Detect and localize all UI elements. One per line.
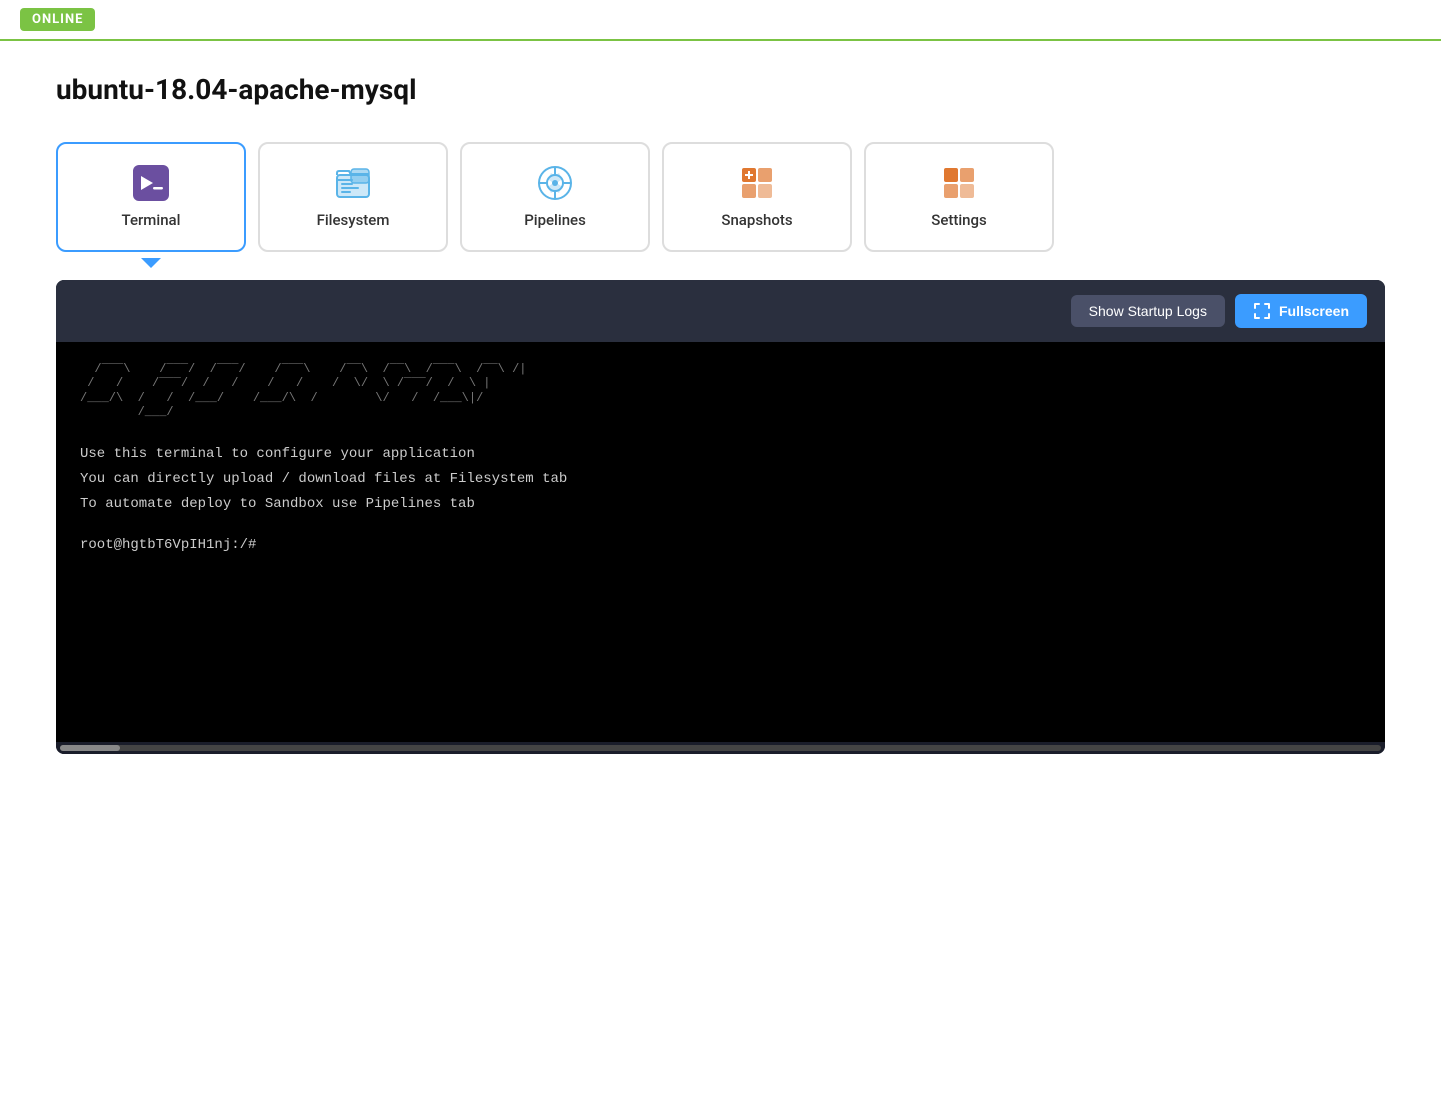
fullscreen-label: Fullscreen xyxy=(1279,303,1349,319)
scrollbar-area[interactable] xyxy=(56,742,1385,754)
fullscreen-button[interactable]: Fullscreen xyxy=(1235,294,1367,328)
tabs-row: Terminal Filesystem xyxy=(56,142,1385,252)
tab-filesystem[interactable]: Filesystem xyxy=(258,142,448,252)
tab-pipelines[interactable]: Pipelines xyxy=(460,142,650,252)
terminal-wrapper: Show Startup Logs Fullscreen /‾‾‾\ /‾‾‾/… xyxy=(56,280,1385,754)
online-badge: ONLINE xyxy=(20,8,95,31)
pipelines-icon xyxy=(537,165,573,201)
scrollbar-track[interactable] xyxy=(60,745,1381,751)
tab-pipelines-label: Pipelines xyxy=(524,211,586,229)
tab-pipelines-wrapper[interactable]: Pipelines xyxy=(460,142,650,252)
terminal-icon xyxy=(133,165,169,201)
show-startup-logs-button[interactable]: Show Startup Logs xyxy=(1071,295,1225,327)
terminal-prompt[interactable]: root@hgtbT6VpIH1nj:/# xyxy=(80,535,1361,556)
tab-settings-wrapper[interactable]: Settings xyxy=(864,142,1054,252)
tab-snapshots[interactable]: Snapshots xyxy=(662,142,852,252)
tab-terminal-wrapper[interactable]: Terminal xyxy=(56,142,246,252)
terminal-line3: To automate deploy to Sandbox use Pipeli… xyxy=(80,494,1361,515)
page-title: ubuntu-18.04-apache-mysql xyxy=(56,73,1385,106)
page-content: ubuntu-18.04-apache-mysql Terminal xyxy=(0,41,1441,754)
terminal-line2: You can directly upload / download files… xyxy=(80,469,1361,490)
terminal-line1: Use this terminal to configure your appl… xyxy=(80,444,1361,465)
scrollbar-thumb[interactable] xyxy=(60,745,120,751)
tab-filesystem-wrapper[interactable]: Filesystem xyxy=(258,142,448,252)
tab-filesystem-label: Filesystem xyxy=(317,211,390,229)
terminal-toolbar: Show Startup Logs Fullscreen xyxy=(56,280,1385,342)
fullscreen-icon xyxy=(1253,302,1271,320)
tab-snapshots-wrapper[interactable]: Snapshots xyxy=(662,142,852,252)
ascii-art: /‾‾‾\ /‾‾‾/ /‾‾‾/ /‾‾‾\ /‾‾\ /‾‾\ /‾‾‾\ … xyxy=(80,362,1361,420)
tab-settings-label: Settings xyxy=(931,211,987,229)
tab-snapshots-label: Snapshots xyxy=(721,211,792,229)
tab-terminal-label: Terminal xyxy=(122,211,181,229)
snapshots-icon xyxy=(739,165,775,201)
settings-icon xyxy=(941,165,977,201)
top-bar: ONLINE xyxy=(0,0,1441,41)
tab-terminal[interactable]: Terminal xyxy=(56,142,246,252)
tab-settings[interactable]: Settings xyxy=(864,142,1054,252)
filesystem-icon xyxy=(335,165,371,201)
terminal-screen[interactable]: /‾‾‾\ /‾‾‾/ /‾‾‾/ /‾‾‾\ /‾‾\ /‾‾\ /‾‾‾\ … xyxy=(56,342,1385,742)
